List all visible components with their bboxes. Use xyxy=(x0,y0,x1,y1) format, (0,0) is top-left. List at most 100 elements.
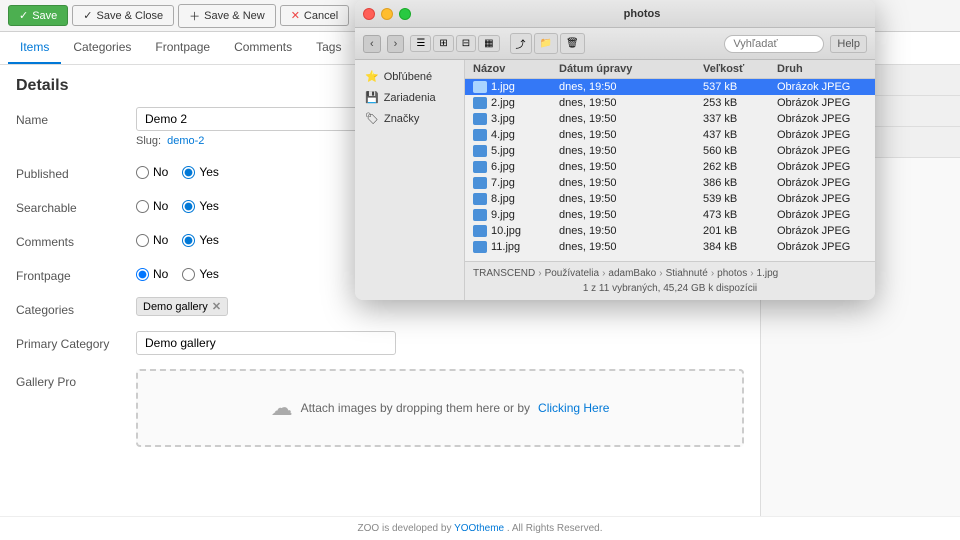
file-picker-main: Názov Dátum úpravy Veľkosť Druh 1.jpg dn… xyxy=(465,60,875,300)
table-row[interactable]: 2.jpg dnes, 19:50 253 kB Obrázok JPEG xyxy=(465,95,875,111)
file-icon xyxy=(473,113,487,125)
remove-category-button[interactable]: ✕ xyxy=(212,300,221,313)
star-icon: ⭐ xyxy=(365,70,379,83)
searchable-no-option[interactable]: No xyxy=(136,199,168,213)
file-name-cell: 7.jpg xyxy=(473,177,555,189)
published-yes-option[interactable]: Yes xyxy=(182,165,219,179)
file-size-cell: 337 kB xyxy=(703,113,773,125)
path-segment: Stiahnuté xyxy=(666,268,708,279)
table-row[interactable]: 5.jpg dnes, 19:50 560 kB Obrázok JPEG xyxy=(465,143,875,159)
file-picker-body: ⭐ Obľúbené 💾 Zariadenia 🏷 Značky Názov D… xyxy=(355,60,875,300)
search-input[interactable] xyxy=(724,35,824,53)
file-table: Názov Dátum úpravy Veľkosť Druh 1.jpg dn… xyxy=(465,60,875,261)
file-picker-footer: TRANSCEND › Používatelia › adamBako › St… xyxy=(465,261,875,300)
col-date-header: Dátum úpravy xyxy=(559,63,699,75)
zoo-logo: ZOO xyxy=(358,523,380,534)
file-date-cell: dnes, 19:50 xyxy=(559,241,699,253)
frontpage-yes-option[interactable]: Yes xyxy=(182,267,219,281)
path-segment: Používatelia xyxy=(545,268,599,279)
table-row[interactable]: 3.jpg dnes, 19:50 337 kB Obrázok JPEG xyxy=(465,111,875,127)
sidebar-item-tags[interactable]: 🏷 Značky xyxy=(355,108,464,129)
table-row[interactable]: 1.jpg dnes, 19:50 537 kB Obrázok JPEG xyxy=(465,79,875,95)
name-label: Name xyxy=(16,107,136,127)
path-segment: TRANSCEND xyxy=(473,268,535,279)
window-maximize-button[interactable] xyxy=(399,8,411,20)
file-date-cell: dnes, 19:50 xyxy=(559,145,699,157)
save-new-button[interactable]: ＋ Save & New xyxy=(178,4,276,28)
window-close-button[interactable] xyxy=(363,8,375,20)
file-picker-title: photos xyxy=(417,8,867,20)
breadcrumb-path: TRANSCEND › Používatelia › adamBako › St… xyxy=(473,266,867,281)
file-rows-container: 1.jpg dnes, 19:50 537 kB Obrázok JPEG 2.… xyxy=(465,79,875,255)
file-size-cell: 386 kB xyxy=(703,177,773,189)
comments-label: Comments xyxy=(16,229,136,249)
file-size-cell: 473 kB xyxy=(703,209,773,221)
file-icon xyxy=(473,81,487,93)
frontpage-no-option[interactable]: No xyxy=(136,267,168,281)
published-no-option[interactable]: No xyxy=(136,165,168,179)
file-icon xyxy=(473,145,487,157)
file-picker-dialog: photos ‹ › ☰ ⊞ ⊟ ▦ ⤴ 📁 🗑 Help ⭐ Obľúbené xyxy=(355,0,875,300)
tab-frontpage[interactable]: Frontpage xyxy=(143,32,222,64)
sidebar-item-favourites[interactable]: ⭐ Obľúbené xyxy=(355,66,464,87)
back-button[interactable]: ‹ xyxy=(363,35,381,53)
primary-category-select[interactable]: Demo gallery xyxy=(136,331,396,355)
file-type-cell: Obrázok JPEG xyxy=(777,97,867,109)
file-type-cell: Obrázok JPEG xyxy=(777,177,867,189)
view-icon-button[interactable]: ⊟ xyxy=(456,35,476,52)
table-row[interactable]: 8.jpg dnes, 19:50 539 kB Obrázok JPEG xyxy=(465,191,875,207)
file-size-cell: 201 kB xyxy=(703,225,773,237)
col-size-header: Veľkosť xyxy=(703,63,773,75)
save-button[interactable]: ✓ Save xyxy=(8,5,68,26)
upload-cloud-icon: ☁ xyxy=(271,395,293,421)
window-minimize-button[interactable] xyxy=(381,8,393,20)
slug-label: Slug: xyxy=(136,135,161,147)
table-row[interactable]: 9.jpg dnes, 19:50 473 kB Obrázok JPEG xyxy=(465,207,875,223)
share-button[interactable]: ⤴ xyxy=(510,33,532,54)
sidebar-item-devices[interactable]: 💾 Zariadenia xyxy=(355,87,464,108)
yootheme-link[interactable]: YOOtheme xyxy=(454,523,504,534)
file-icon xyxy=(473,209,487,221)
primary-category-control: Demo gallery xyxy=(136,331,744,355)
path-separator: › xyxy=(659,268,662,279)
searchable-yes-option[interactable]: Yes xyxy=(182,199,219,213)
page-footer: ZOO is developed by YOOtheme . All Right… xyxy=(0,516,960,540)
save-close-button[interactable]: ✓ Save & Close xyxy=(72,5,174,26)
forward-button[interactable]: › xyxy=(387,35,405,53)
file-type-cell: Obrázok JPEG xyxy=(777,81,867,93)
file-date-cell: dnes, 19:50 xyxy=(559,81,699,93)
file-size-cell: 384 kB xyxy=(703,241,773,253)
file-icon xyxy=(473,161,487,173)
file-icon xyxy=(473,177,487,189)
table-row[interactable]: 7.jpg dnes, 19:50 386 kB Obrázok JPEG xyxy=(465,175,875,191)
table-row[interactable]: 11.jpg dnes, 19:50 384 kB Obrázok JPEG xyxy=(465,239,875,255)
delete-button[interactable]: 🗑 xyxy=(560,33,585,54)
file-size-cell: 560 kB xyxy=(703,145,773,157)
folder-button[interactable]: 📁 xyxy=(534,33,558,54)
path-segment: adamBako xyxy=(608,268,656,279)
file-type-cell: Obrázok JPEG xyxy=(777,145,867,157)
click-here-link[interactable]: Clicking Here xyxy=(538,401,609,415)
comments-no-option[interactable]: No xyxy=(136,233,168,247)
primary-category-label: Primary Category xyxy=(16,331,136,351)
help-button[interactable]: Help xyxy=(830,35,867,53)
gallery-upload-area[interactable]: ☁ Attach images by dropping them here or… xyxy=(136,369,744,447)
path-separator: › xyxy=(538,268,541,279)
table-row[interactable]: 6.jpg dnes, 19:50 262 kB Obrázok JPEG xyxy=(465,159,875,175)
tab-tags[interactable]: Tags xyxy=(304,32,353,64)
table-row[interactable]: 4.jpg dnes, 19:50 437 kB Obrázok JPEG xyxy=(465,127,875,143)
file-icon xyxy=(473,129,487,141)
view-coverflow-button[interactable]: ▦ xyxy=(478,35,499,52)
category-tag: Demo gallery ✕ xyxy=(136,297,228,316)
tab-categories[interactable]: Categories xyxy=(61,32,143,64)
view-list-button[interactable]: ☰ xyxy=(410,35,431,52)
comments-yes-option[interactable]: Yes xyxy=(182,233,219,247)
cancel-button[interactable]: ✕ Cancel xyxy=(280,5,349,26)
view-column-button[interactable]: ⊞ xyxy=(433,35,453,52)
hdd-icon: 💾 xyxy=(365,91,379,104)
table-row[interactable]: 10.jpg dnes, 19:50 201 kB Obrázok JPEG xyxy=(465,223,875,239)
tab-items[interactable]: Items xyxy=(8,32,61,64)
file-type-cell: Obrázok JPEG xyxy=(777,129,867,141)
tab-comments[interactable]: Comments xyxy=(222,32,304,64)
file-size-cell: 539 kB xyxy=(703,193,773,205)
